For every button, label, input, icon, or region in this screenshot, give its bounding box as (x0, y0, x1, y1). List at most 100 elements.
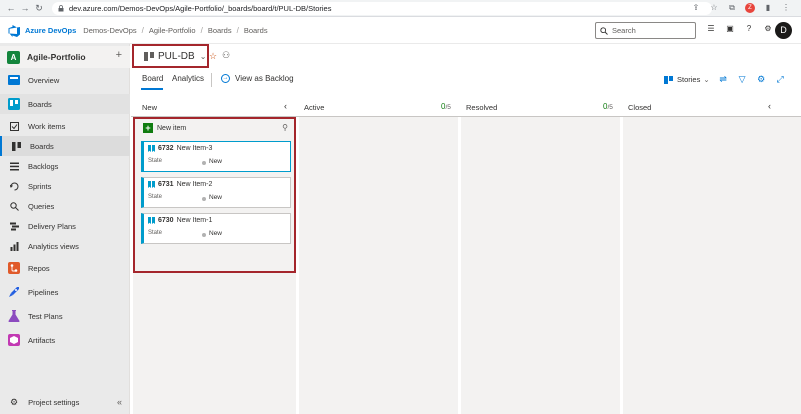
ado-header: Azure DevOps Demos-DevOps / Agile-Portfo… (0, 18, 801, 44)
card-state-value[interactable]: New (209, 194, 222, 201)
extension-icon[interactable]: ⧉ (727, 3, 737, 13)
sidebar-item-label: Overview (28, 75, 60, 85)
overview-icon (8, 75, 20, 85)
sidebar-item-label: Boards (28, 99, 52, 109)
breadcrumb-organization[interactable]: Demos-DevOps (83, 26, 136, 35)
card-id: 6732 (158, 145, 174, 152)
browser-menu-icon[interactable]: ⋮ (781, 3, 791, 13)
browser-profile-icon[interactable]: Z (745, 3, 755, 13)
work-item-card[interactable]: 6730 New Item-1 State New (141, 213, 291, 244)
sidebar-item-sprints[interactable]: Sprints (0, 176, 130, 196)
sidebar-item-label: Analytics views (28, 241, 79, 251)
avatar[interactable]: D (775, 22, 792, 39)
breadcrumb-hub[interactable]: Boards (208, 26, 232, 35)
state-dot-icon (202, 233, 206, 237)
sidepanel-icon[interactable]: ▮ (763, 3, 773, 13)
tab-board[interactable]: Board (142, 74, 163, 83)
project-selector[interactable]: A Agile-Portfolio + (0, 46, 130, 68)
work-item-card[interactable]: 6732 New Item-3 State New (141, 141, 291, 172)
backlog-level-selector[interactable]: Stories ⌄ (664, 75, 710, 84)
browser-toolbar: ← → ↻ dev.azure.com/Demos-DevOps/Agile-P… (0, 0, 801, 17)
search-icon[interactable]: ⚲ (282, 123, 288, 132)
search-input[interactable]: Search (595, 22, 696, 39)
column-new-remainder (133, 273, 296, 414)
sidebar-item-artifacts[interactable]: Artifacts (0, 330, 130, 350)
active-tab-indicator (141, 88, 163, 90)
sidebar-item-label: Backlogs (28, 161, 59, 171)
chevron-down-icon: ⌄ (199, 51, 207, 61)
sidebar-item-overview[interactable]: Overview (0, 70, 130, 90)
forward-icon[interactable]: → (18, 3, 32, 13)
card-title[interactable]: New Item-2 (177, 181, 213, 188)
breadcrumb-page[interactable]: Boards (244, 26, 268, 35)
add-icon[interactable]: + (116, 49, 122, 61)
project-settings-link[interactable]: ⚙ Project settings « (0, 392, 130, 412)
sidebar-item-label: Repos (28, 263, 50, 273)
project-name: Agile-Portfolio (27, 52, 86, 62)
sidebar-item-queries[interactable]: Queries (0, 196, 130, 216)
filter-icon[interactable]: ▽ (737, 74, 748, 85)
address-bar[interactable]: dev.azure.com/Demos-DevOps/Agile-Portfol… (52, 2, 712, 15)
help-icon[interactable]: ? (744, 24, 754, 33)
sidebar-item-repos[interactable]: Repos (0, 258, 130, 278)
marketplace-bag-icon[interactable]: ▣ (725, 24, 735, 33)
test-plans-icon (8, 310, 20, 322)
user-story-icon (148, 217, 155, 224)
favorite-star-icon[interactable]: ☆ (209, 51, 217, 62)
card-state-value[interactable]: New (209, 230, 222, 237)
checklist-icon[interactable]: ☰ (706, 24, 716, 33)
sidebar-item-label: Sprints (28, 181, 52, 191)
collapse-column-icon[interactable]: ‹ (284, 101, 287, 111)
column-header-new: New (142, 103, 158, 112)
backlog-level-label: Stories (677, 75, 701, 84)
gear-icon: ⚙ (10, 396, 19, 407)
fullscreen-icon[interactable]: ⤢ (775, 74, 786, 85)
sidebar-item-analytics-views[interactable]: Analytics views (0, 236, 130, 256)
azure-devops-logo-icon[interactable] (8, 24, 20, 37)
pivot-divider (211, 73, 212, 87)
chevron-down-icon: ⌄ (703, 75, 710, 84)
sidebar-item-pipelines[interactable]: Pipelines (0, 282, 130, 302)
tab-analytics[interactable]: Analytics (172, 74, 204, 83)
breadcrumb-project[interactable]: Agile-Portfolio (149, 26, 196, 35)
wip-count-active: 0/5 (441, 102, 451, 111)
share-icon[interactable]: ⇪ (691, 3, 701, 13)
sidebar-item-boards[interactable]: Boards (0, 136, 130, 156)
search-icon (600, 26, 608, 35)
view-as-backlog-button[interactable]: → View as Backlog (221, 74, 294, 83)
card-title[interactable]: New Item-3 (177, 145, 213, 152)
sidebar-item-label: Delivery Plans (28, 221, 76, 231)
work-item-card[interactable]: 6731 New Item-2 State New (141, 177, 291, 208)
analytics-views-icon (10, 241, 19, 251)
bookmark-star-icon[interactable]: ☆ (709, 3, 719, 13)
repos-icon (8, 262, 20, 274)
collapse-column-icon[interactable]: ‹ (768, 101, 771, 111)
user-settings-icon[interactable]: ⚙ (763, 24, 773, 33)
settings-sliders-icon[interactable]: ⇌ (718, 74, 729, 85)
reload-icon[interactable]: ↻ (32, 3, 46, 14)
state-dot-icon (202, 161, 206, 165)
brand-link[interactable]: Azure DevOps (25, 26, 76, 35)
sidebar-item-work-items[interactable]: Work items (0, 116, 130, 136)
board-settings-gear-icon[interactable]: ⚙ (756, 74, 767, 85)
back-icon[interactable]: ← (4, 3, 18, 13)
card-title[interactable]: New Item-1 (177, 217, 213, 224)
card-state-label: State (148, 194, 163, 200)
column-new: + New item ⚲ 6732 New Item-3 State New 6… (133, 117, 296, 273)
card-state-value[interactable]: New (209, 158, 222, 165)
board-selector[interactable]: PUL-DB ⌄ (132, 44, 209, 68)
sidebar-item-test-plans[interactable]: Test Plans (0, 306, 130, 326)
breadcrumb-separator: / (236, 26, 239, 35)
collapse-nav-icon[interactable]: « (117, 397, 122, 407)
lock-icon (58, 5, 64, 12)
left-navigation: A Agile-Portfolio + Overview Boards Work… (0, 44, 130, 414)
sidebar-item-label: Artifacts (28, 335, 56, 345)
sidebar-item-backlogs[interactable]: Backlogs (0, 156, 130, 176)
sidebar-item-boards-hub[interactable]: Boards (0, 94, 130, 114)
team-members-icon[interactable]: ⚇ (222, 50, 230, 61)
new-item-button[interactable]: + New item (143, 123, 186, 133)
sidebar-item-delivery-plans[interactable]: Delivery Plans (0, 216, 130, 236)
add-icon: + (143, 123, 153, 133)
breadcrumb-separator: / (200, 26, 203, 35)
project-settings-label: Project settings (28, 397, 80, 407)
